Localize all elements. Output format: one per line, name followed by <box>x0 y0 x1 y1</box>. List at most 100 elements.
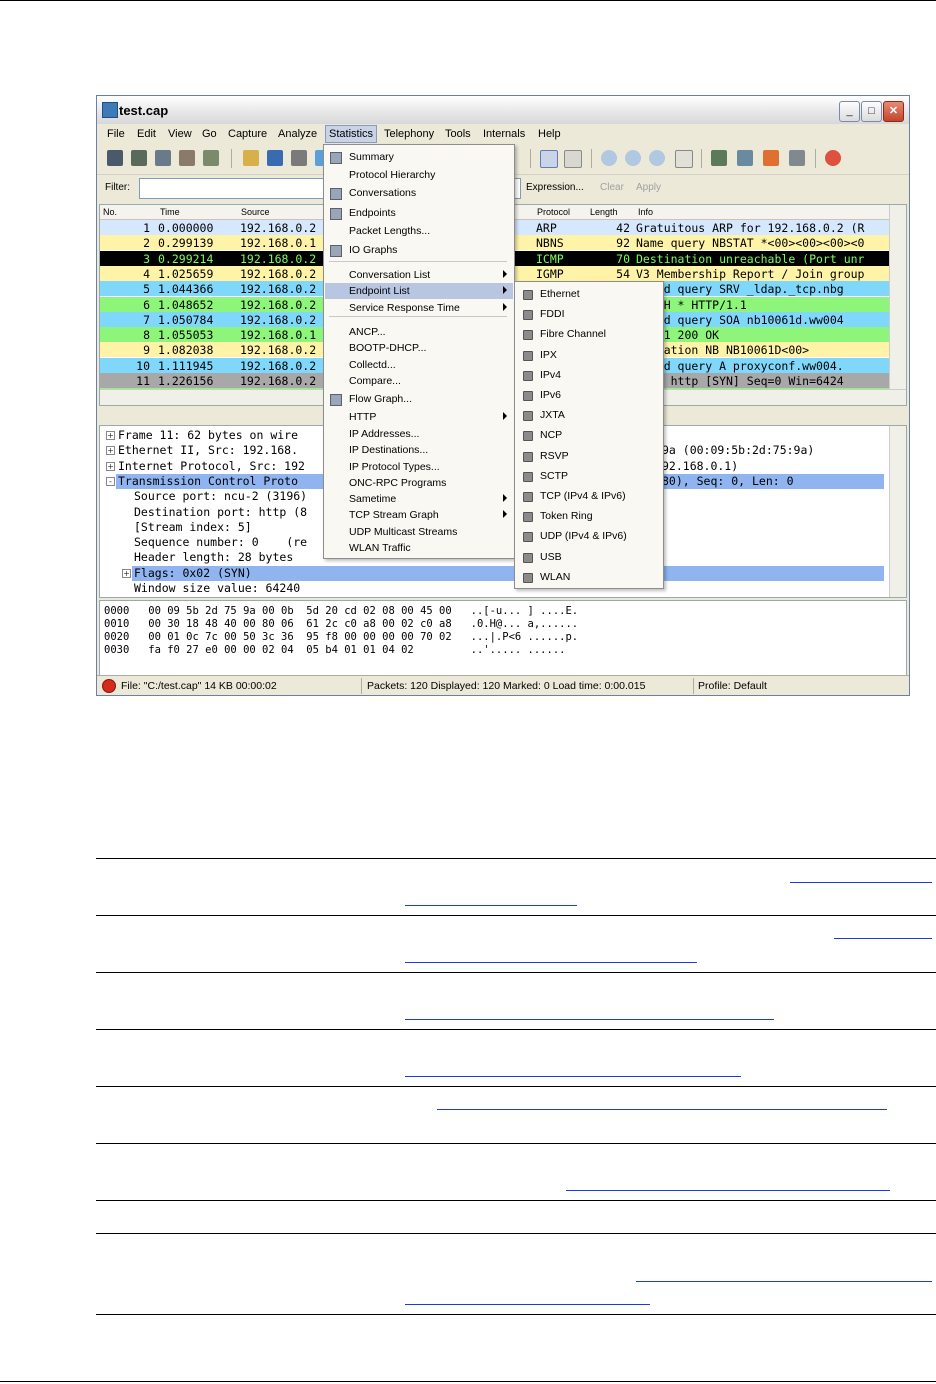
menu-help[interactable]: Help <box>538 128 561 140</box>
doc-link[interactable] <box>405 962 697 963</box>
collapse-icon[interactable]: - <box>106 476 115 486</box>
doc-link[interactable] <box>636 1281 932 1282</box>
stats-menu-item[interactable]: Packet Lengths... <box>325 223 513 239</box>
menu-view[interactable]: View <box>168 128 192 140</box>
stats-menu-item[interactable]: Endpoints <box>325 205 513 221</box>
autoscroll-icon[interactable] <box>564 150 582 168</box>
open-file-icon[interactable] <box>243 150 259 166</box>
menu-telephony[interactable]: Telephony <box>384 128 434 140</box>
stats-menu-item[interactable]: Sametime <box>325 491 513 507</box>
doc-link[interactable] <box>405 1076 741 1077</box>
doc-link[interactable] <box>405 1019 774 1020</box>
stats-menu-item[interactable]: Compare... <box>325 373 513 389</box>
menu-analyze[interactable]: Analyze <box>278 128 317 140</box>
endpoint-menu-item[interactable]: FDDI <box>516 306 662 322</box>
endpoint-menu-item[interactable]: IPv4 <box>516 367 662 383</box>
stats-menu-item[interactable]: Conversations <box>325 185 513 201</box>
clear-button[interactable]: Clear <box>600 182 624 193</box>
col-protocol[interactable]: Protocol <box>537 207 570 217</box>
stats-menu-item[interactable]: ANCP... <box>325 324 513 340</box>
menu-statistics[interactable]: Statistics <box>325 125 378 143</box>
doc-link[interactable] <box>405 905 577 906</box>
menu-edit[interactable]: Edit <box>137 128 156 140</box>
stats-menu-item[interactable]: IP Addresses... <box>325 426 513 442</box>
packet-bytes[interactable]: 0000 00 09 5b 2d 75 9a 00 0b 5d 20 cd 02… <box>99 600 907 676</box>
col-length[interactable]: Length <box>590 207 618 217</box>
stats-menu-item[interactable]: IO Graphs <box>325 242 513 258</box>
status-profile[interactable]: Profile: Default <box>698 680 767 692</box>
stats-menu-item[interactable]: Summary <box>325 149 513 165</box>
interfaces-icon[interactable] <box>107 150 123 166</box>
details-vscroll[interactable] <box>889 426 906 597</box>
endpoint-menu-item[interactable]: UDP (IPv4 & IPv6) <box>516 528 662 544</box>
restart-capture-icon[interactable] <box>203 150 219 166</box>
menu-capture[interactable]: Capture <box>228 128 267 140</box>
resize-columns-icon[interactable] <box>675 150 693 168</box>
stats-menu-item[interactable]: UDP Multicast Streams <box>325 524 513 540</box>
expand-icon[interactable]: + <box>106 446 115 456</box>
stats-menu-item[interactable]: WLAN Traffic <box>325 540 513 556</box>
stats-menu-item[interactable]: Flow Graph... <box>325 391 513 407</box>
doc-link[interactable] <box>834 938 932 939</box>
display-filters-icon[interactable] <box>737 150 753 166</box>
expert-info-icon[interactable] <box>102 679 116 693</box>
endpoint-menu-item[interactable]: IPX <box>516 347 662 363</box>
endpoint-menu-item[interactable]: SCTP <box>516 468 662 484</box>
save-file-icon[interactable] <box>267 150 283 166</box>
col-info[interactable]: Info <box>638 207 653 217</box>
doc-link[interactable] <box>405 1304 650 1305</box>
close-file-icon[interactable] <box>291 150 307 166</box>
stats-menu-item[interactable]: Endpoint List <box>325 283 513 299</box>
endpoint-menu-item[interactable]: Fibre Channel <box>516 326 662 342</box>
menu-go[interactable]: Go <box>202 128 217 140</box>
capture-filters-icon[interactable] <box>711 150 727 166</box>
stats-menu-item[interactable]: IP Protocol Types... <box>325 459 513 475</box>
stop-capture-icon[interactable] <box>179 150 195 166</box>
stats-menu-item[interactable]: Collectd... <box>325 357 513 373</box>
doc-link[interactable] <box>790 882 932 883</box>
colorize-icon[interactable] <box>540 150 558 168</box>
start-capture-icon[interactable] <box>155 150 171 166</box>
options-icon[interactable] <box>131 150 147 166</box>
endpoint-menu-item[interactable]: WLAN <box>516 569 662 585</box>
stats-menu-item[interactable]: ONC-RPC Programs <box>325 475 513 491</box>
endpoint-menu-item[interactable]: Token Ring <box>516 508 662 524</box>
detail-row[interactable]: Window size value: 64240 <box>100 581 890 596</box>
zoom-out-icon[interactable] <box>625 150 641 166</box>
endpoint-menu-item[interactable]: Ethernet <box>516 286 662 302</box>
col-time[interactable]: Time <box>160 207 180 217</box>
title-bar[interactable]: test.cap _ □ ✕ <box>97 96 909 124</box>
maximize-button[interactable]: □ <box>861 101 882 122</box>
doc-link[interactable] <box>437 1109 887 1110</box>
packet-list-vscroll[interactable] <box>889 205 906 389</box>
zoom-in-icon[interactable] <box>601 150 617 166</box>
stats-menu-item[interactable]: IP Destinations... <box>325 442 513 458</box>
stats-menu-item[interactable]: TCP Stream Graph <box>325 507 513 523</box>
stats-menu-item[interactable]: HTTP <box>325 409 513 425</box>
endpoint-menu-item[interactable]: RSVP <box>516 448 662 464</box>
coloring-rules-icon[interactable] <box>763 150 779 166</box>
minimize-button[interactable]: _ <box>839 101 860 122</box>
apply-button[interactable]: Apply <box>636 182 661 193</box>
doc-link[interactable] <box>566 1190 890 1191</box>
endpoint-menu-item[interactable]: NCP <box>516 427 662 443</box>
menu-internals[interactable]: Internals <box>483 128 525 140</box>
stats-menu-item[interactable]: BOOTP-DHCP... <box>325 340 513 356</box>
expand-icon[interactable]: + <box>106 461 115 471</box>
expand-icon[interactable]: + <box>106 431 115 440</box>
zoom-normal-icon[interactable] <box>649 150 665 166</box>
menu-tools[interactable]: Tools <box>445 128 471 140</box>
stats-menu-item[interactable]: Service Response Time <box>325 300 513 316</box>
help-icon[interactable] <box>825 150 841 166</box>
endpoint-menu-item[interactable]: USB <box>516 549 662 565</box>
preferences-icon[interactable] <box>789 150 805 166</box>
menu-file[interactable]: File <box>107 128 125 140</box>
endpoint-menu-item[interactable]: IPv6 <box>516 387 662 403</box>
col-no[interactable]: No. <box>103 207 117 217</box>
stats-menu-item[interactable]: Protocol Hierarchy <box>325 167 513 183</box>
expression-button[interactable]: Expression... <box>526 182 584 193</box>
detail-row[interactable]: + Flags: 0x02 (SYN) <box>122 565 884 581</box>
stats-menu-item[interactable]: Conversation List <box>325 267 513 283</box>
expand-icon[interactable]: + <box>122 568 131 578</box>
close-button[interactable]: ✕ <box>883 101 904 122</box>
